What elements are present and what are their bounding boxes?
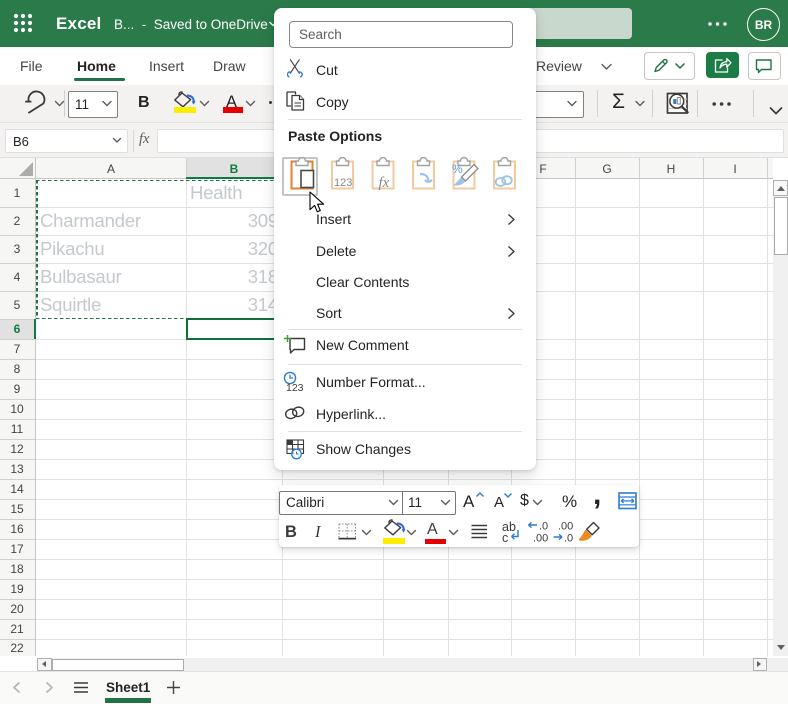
- svg-text:fx: fx: [379, 175, 390, 191]
- svg-text:.00: .00: [533, 533, 548, 545]
- svg-text:.00: .00: [558, 521, 573, 533]
- svg-text:c: c: [502, 531, 508, 543]
- svg-text:%: %: [452, 162, 463, 176]
- svg-text:.0: .0: [539, 521, 548, 533]
- svg-text:.0: .0: [564, 533, 573, 545]
- svg-text:123: 123: [286, 382, 304, 393]
- svg-text:123: 123: [334, 177, 352, 189]
